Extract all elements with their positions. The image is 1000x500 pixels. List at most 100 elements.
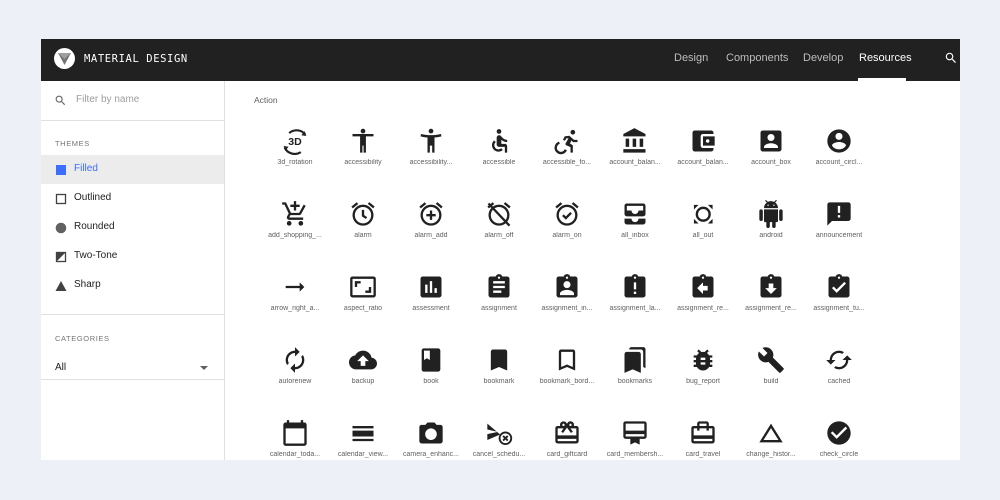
icon-label: card_membersh... (606, 451, 664, 458)
android-icon (757, 200, 785, 228)
icon-tile[interactable]: 3D 3d_rotation (263, 127, 327, 197)
cancel-schedule-send-icon (485, 419, 513, 447)
icon-tile[interactable]: all_inbox (603, 200, 667, 270)
icon-tile[interactable]: bookmark (467, 346, 531, 416)
icon-tile[interactable]: autorenew (263, 346, 327, 416)
icon-tile[interactable]: assignment_re... (739, 273, 803, 343)
icon-tile[interactable]: accessibility... (399, 127, 463, 197)
icon-tile[interactable]: check_circle (807, 419, 871, 460)
icon-label: accessible (482, 159, 516, 166)
icon-tile[interactable]: assignment (467, 273, 531, 343)
sidebar-divider (41, 314, 224, 315)
nav-develop[interactable]: Develop (803, 52, 843, 64)
icon-tile[interactable]: backup (331, 346, 395, 416)
brand-title[interactable]: MATERIAL DESIGN (84, 53, 188, 65)
sidebar: THEMES Filled Outlined Rounded Two-Tone (41, 81, 225, 460)
icon-tile[interactable]: accessible_fo... (535, 127, 599, 197)
card-travel-icon (689, 419, 717, 447)
icon-label: assignment_la... (609, 305, 661, 312)
icon-label: assignment (481, 305, 517, 312)
icon-label: accessible_fo... (542, 159, 592, 166)
icon-tile[interactable]: account_box (739, 127, 803, 197)
icon-tile[interactable]: bookmarks (603, 346, 667, 416)
icon-tile[interactable]: assessment (399, 273, 463, 343)
theme-item-outlined[interactable]: Outlined (41, 184, 224, 213)
filter-input[interactable] (76, 94, 216, 105)
icon-label: calendar_view... (337, 451, 389, 458)
icon-label: build (763, 378, 779, 385)
icon-label: bookmark_bord... (539, 378, 595, 385)
all-out-icon (689, 200, 717, 228)
icon-tile[interactable]: camera_enhanc... (399, 419, 463, 460)
assessment-icon (417, 273, 445, 301)
icon-tile[interactable]: book (399, 346, 463, 416)
icon-tile[interactable]: change_histor... (739, 419, 803, 460)
icon-label: android (759, 232, 783, 239)
icon-label: check_circle (819, 451, 859, 458)
nav-design[interactable]: Design (674, 52, 708, 64)
icon-tile[interactable]: arrow_right_a... (263, 273, 327, 343)
icon-tile[interactable]: build (739, 346, 803, 416)
categories-heading: CATEGORIES (55, 334, 110, 343)
alarm-icon (349, 200, 377, 228)
nav-components[interactable]: Components (726, 52, 788, 64)
icon-label: assignment_in... (541, 305, 593, 312)
icon-tile[interactable]: assignment_re... (671, 273, 735, 343)
nav-resources[interactable]: Resources (859, 52, 912, 64)
icon-tile[interactable]: card_membersh... (603, 419, 667, 460)
icon-label: backup (351, 378, 375, 385)
icon-label: all_out (692, 232, 714, 239)
icon-tile[interactable]: calendar_toda... (263, 419, 327, 460)
icon-tile[interactable]: bookmark_bord... (535, 346, 599, 416)
icon-tile[interactable]: add_shopping_... (263, 200, 327, 270)
theme-item-two-tone[interactable]: Two-Tone (41, 242, 224, 271)
rounded-circle-icon (55, 221, 67, 234)
accessibility-new-icon (417, 127, 445, 155)
icon-tile[interactable]: all_out (671, 200, 735, 270)
filter-search-icon (54, 94, 67, 112)
icon-tile[interactable]: alarm_on (535, 200, 599, 270)
icon-tile[interactable]: account_circl... (807, 127, 871, 197)
icon-tile[interactable]: assignment_in... (535, 273, 599, 343)
theme-item-sharp[interactable]: Sharp (41, 271, 224, 300)
category-heading: Action (254, 95, 278, 105)
theme-item-rounded[interactable]: Rounded (41, 213, 224, 242)
icon-tile[interactable]: account_balan... (671, 127, 735, 197)
icon-label: account_box (751, 159, 791, 166)
calendar-today-icon (281, 419, 309, 447)
icon-label: cancel_schedu... (472, 451, 526, 458)
icon-tile[interactable]: account_balan... (603, 127, 667, 197)
assignment-icon (485, 273, 513, 301)
icon-tile[interactable]: bug_report (671, 346, 735, 416)
icon-label: bug_report (686, 378, 720, 385)
theme-item-filled[interactable]: Filled (41, 155, 224, 184)
icon-tile[interactable]: alarm_add (399, 200, 463, 270)
icon-tile[interactable]: accessibility (331, 127, 395, 197)
icon-tile[interactable]: assignment_la... (603, 273, 667, 343)
icon-label: aspect_ratio (343, 305, 383, 312)
account-balance-icon (621, 127, 649, 155)
icon-tile[interactable]: assignment_tu... (807, 273, 871, 343)
icon-tile[interactable]: android (739, 200, 803, 270)
icon-tile[interactable]: alarm_off (467, 200, 531, 270)
theme-label: Sharp (74, 279, 101, 290)
icon-tile[interactable]: card_giftcard (535, 419, 599, 460)
3d-rotation-icon: 3D (281, 127, 309, 155)
category-select[interactable]: All (41, 355, 224, 381)
icon-tile[interactable]: accessible (467, 127, 531, 197)
icon-tile[interactable]: announcement (807, 200, 871, 270)
icon-label: arrow_right_a... (270, 305, 320, 312)
bookmarks-icon (621, 346, 649, 374)
search-icon[interactable] (944, 51, 958, 70)
icon-tile[interactable]: aspect_ratio (331, 273, 395, 343)
icon-tile[interactable]: cached (807, 346, 871, 416)
icon-tile[interactable]: alarm (331, 200, 395, 270)
icon-tile[interactable]: calendar_view... (331, 419, 395, 460)
icon-tile[interactable]: cancel_schedu... (467, 419, 531, 460)
material-logo-icon[interactable] (54, 48, 75, 69)
icon-tile[interactable]: card_travel (671, 419, 735, 460)
icon-label: add_shopping_... (268, 232, 322, 239)
themes-heading: THEMES (55, 139, 90, 148)
bug-report-icon (689, 346, 717, 374)
icon-label: book (423, 378, 439, 385)
